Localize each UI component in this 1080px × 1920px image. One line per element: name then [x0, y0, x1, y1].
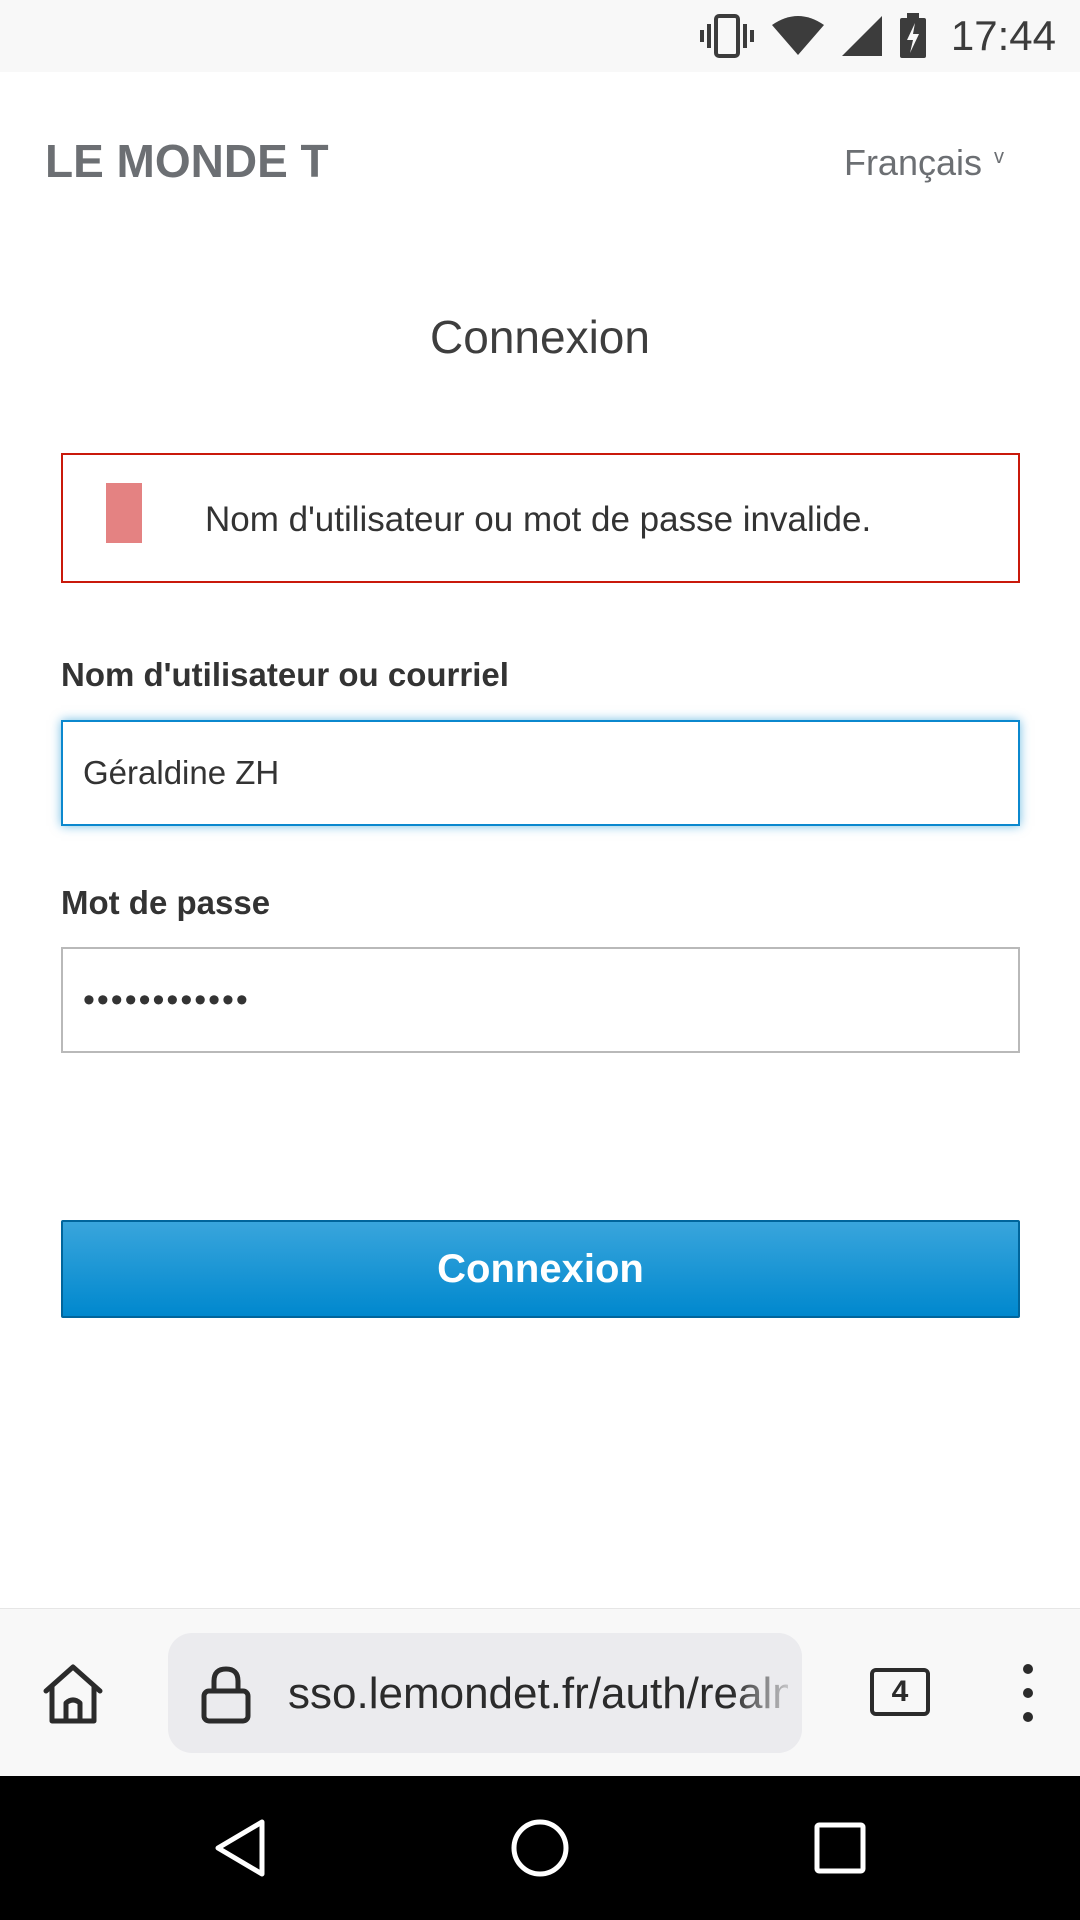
signal-icon: [841, 15, 883, 57]
status-icons: 17:44: [699, 0, 1056, 72]
url-text: sso.lemondet.fr/auth/realms: [288, 1669, 788, 1718]
url-fade: [732, 1633, 802, 1753]
password-input[interactable]: ••••••••••••: [61, 947, 1020, 1053]
url-bar[interactable]: sso.lemondet.fr/auth/realms: [168, 1633, 802, 1753]
status-bar: 17:44: [0, 0, 1080, 72]
status-time: 17:44: [950, 12, 1056, 59]
tab-count: 4: [891, 1675, 909, 1708]
page-title: Connexion: [430, 311, 650, 363]
error-alert: Nom d'utilisateur ou mot de passe invali…: [61, 453, 1020, 583]
error-message: Nom d'utilisateur ou mot de passe invali…: [205, 500, 872, 539]
username-input[interactable]: Géraldine ZH: [61, 720, 1020, 826]
brand-logo-text: LE MONDE T: [45, 135, 329, 187]
system-nav-bar: [0, 1776, 1080, 1920]
language-label: Français: [843, 142, 982, 183]
more-vert-icon[interactable]: [1010, 1661, 1046, 1725]
tabs-icon[interactable]: 4: [870, 1668, 930, 1716]
password-label: Mot de passe: [61, 884, 271, 921]
error-icon: [106, 483, 142, 543]
wifi-icon: [771, 15, 825, 57]
battery-charging-icon: [899, 13, 927, 59]
back-icon[interactable]: [208, 1816, 272, 1880]
language-selector[interactable]: Français v: [844, 142, 1004, 184]
recent-apps-icon[interactable]: [808, 1816, 872, 1880]
home-circle-icon[interactable]: [508, 1816, 572, 1880]
chevron-down-icon: v: [994, 146, 1004, 168]
home-icon[interactable]: [38, 1659, 108, 1729]
lock-icon: [200, 1665, 252, 1730]
browser-toolbar: sso.lemondet.fr/auth/realms 4: [0, 1608, 1080, 1776]
vibrate-icon: [699, 14, 755, 58]
username-label: Nom d'utilisateur ou courriel: [61, 656, 509, 693]
login-button[interactable]: Connexion: [61, 1220, 1020, 1318]
